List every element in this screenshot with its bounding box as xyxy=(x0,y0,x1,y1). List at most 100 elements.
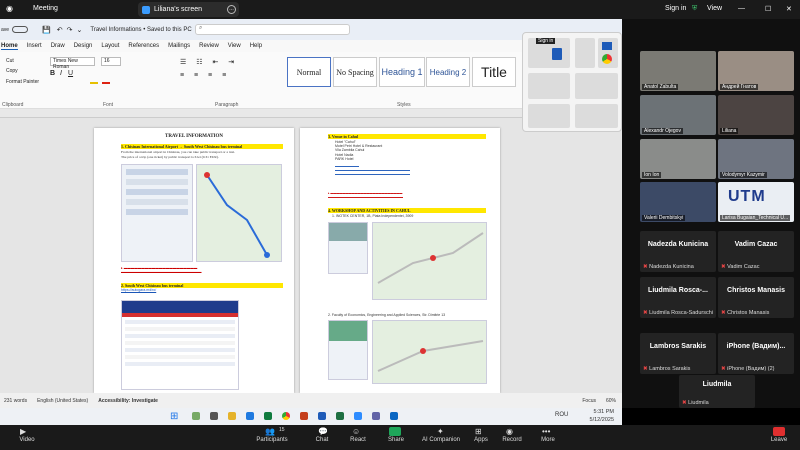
participants-icon[interactable]: 👥 xyxy=(265,427,275,436)
react-icon[interactable]: ☺ xyxy=(352,427,360,436)
video-tile[interactable]: Volodymyr Kazymir xyxy=(718,139,794,179)
video-button[interactable]: Video xyxy=(12,437,42,443)
more-icon[interactable]: … xyxy=(227,5,236,14)
copy-button[interactable]: Copy xyxy=(6,68,18,74)
file-explorer-icon[interactable] xyxy=(228,412,236,420)
snap-zone[interactable] xyxy=(528,104,570,128)
app-icon[interactable] xyxy=(192,412,200,420)
highlight-color-icon[interactable] xyxy=(90,82,98,84)
maximize-icon[interactable]: ☐ xyxy=(765,5,771,13)
record-button[interactable]: Record xyxy=(496,437,528,443)
app-icon[interactable] xyxy=(246,412,254,420)
snap-zone[interactable] xyxy=(528,73,570,99)
app-icon[interactable] xyxy=(210,412,218,420)
chat-icon[interactable]: 💬 xyxy=(318,427,328,436)
tab-home[interactable]: Home xyxy=(1,43,18,50)
bus-terminal-link[interactable]: https://autogara.md/ro/ xyxy=(121,288,156,292)
participant-tile[interactable]: Vadim Cazac ✖ Vadim Cazac xyxy=(718,231,794,272)
style-no-spacing[interactable]: No Spacing xyxy=(333,57,377,87)
start-icon[interactable]: ⊞ xyxy=(170,411,178,422)
zoom-icon[interactable] xyxy=(354,412,362,420)
tab-help[interactable]: Help xyxy=(250,43,262,49)
input-language[interactable]: ROU xyxy=(555,412,568,418)
participants-button[interactable]: Participants xyxy=(250,437,294,443)
tab-layout[interactable]: Layout xyxy=(101,43,119,49)
share-button[interactable]: Share xyxy=(382,437,410,443)
bold-button[interactable]: B xyxy=(50,70,55,77)
underline-button[interactable]: U xyxy=(68,70,73,77)
tab-view[interactable]: View xyxy=(228,43,241,49)
save-icon[interactable]: 💾 xyxy=(42,26,51,34)
more-icon[interactable]: ••• xyxy=(542,427,550,436)
react-button[interactable]: React xyxy=(344,437,372,443)
video-tile[interactable]: UTM Larisa Bugaian_Technical U... xyxy=(718,182,794,222)
tab-mailings[interactable]: Mailings xyxy=(168,43,190,49)
cut-button[interactable]: Cut xyxy=(6,58,14,64)
tab-insert[interactable]: Insert xyxy=(27,43,42,49)
italic-button[interactable]: I xyxy=(60,70,62,77)
snap-zone[interactable] xyxy=(575,73,618,99)
excel-icon[interactable] xyxy=(336,412,344,420)
word-icon[interactable] xyxy=(318,412,326,420)
snap-zone[interactable] xyxy=(598,38,618,68)
powerpoint-icon[interactable] xyxy=(300,412,308,420)
clock-date[interactable]: 5/12/2025 xyxy=(580,417,614,423)
video-tile[interactable]: Liliana xyxy=(718,95,794,135)
search-box[interactable]: ⌕ xyxy=(195,24,350,35)
style-normal[interactable]: Normal xyxy=(287,57,331,87)
font-name-box[interactable]: Times New Roman xyxy=(50,57,95,70)
more-button[interactable]: More xyxy=(534,437,562,443)
undo-icon[interactable]: ↶ xyxy=(57,26,63,34)
align-buttons[interactable]: ≡ ≡ ≡ ≡ xyxy=(180,72,230,79)
zoom-level[interactable]: 60% xyxy=(606,398,616,404)
share-icon[interactable] xyxy=(389,427,401,436)
customize-icon[interactable]: ⌄ xyxy=(77,26,83,34)
participant-tile[interactable]: Liudmila ✖ Liudmila xyxy=(679,375,755,408)
focus-button[interactable]: Focus xyxy=(582,398,596,404)
record-icon[interactable]: ◉ xyxy=(506,427,513,436)
tab-draw[interactable]: Draw xyxy=(51,43,65,49)
participant-tile[interactable]: iPhone (Вадим)... ✖ iPhone (Вадим) (2) xyxy=(718,333,794,374)
leave-button[interactable]: Leave xyxy=(764,437,794,443)
participant-tile[interactable]: Liudmila Rosca-... ✖ Liudmila Rosca-Sadu… xyxy=(640,277,716,318)
participant-tile[interactable]: Lambros Sarakis ✖ Lambros Sarakis xyxy=(640,333,716,374)
snap-zone[interactable] xyxy=(575,104,618,128)
tab-design[interactable]: Design xyxy=(74,43,93,49)
video-icon[interactable]: ▶ xyxy=(20,427,26,436)
tab-review[interactable]: Review xyxy=(199,43,219,49)
snap-zone[interactable] xyxy=(575,38,595,68)
snap-zone[interactable]: Sign in xyxy=(528,38,570,68)
word-count[interactable]: 231 words xyxy=(4,398,27,404)
redo-icon[interactable]: ↷ xyxy=(67,26,73,34)
ai-companion-icon[interactable]: ✦ xyxy=(437,427,444,436)
video-tile[interactable]: Anatol Zabulta xyxy=(640,51,716,91)
minimize-icon[interactable]: — xyxy=(738,5,745,12)
document-area[interactable]: TRAVEL INFORMATION 1. Chisinau Internati… xyxy=(0,118,622,393)
chrome-icon[interactable] xyxy=(282,412,290,420)
teams-icon[interactable] xyxy=(372,412,380,420)
style-title[interactable]: Title xyxy=(472,57,516,87)
font-color-icon[interactable] xyxy=(102,82,110,84)
screen-share-indicator[interactable]: Liliana's screen … xyxy=(138,2,239,17)
font-size-box[interactable]: 16 xyxy=(101,57,121,66)
language-indicator[interactable]: English (United States) xyxy=(37,398,88,404)
clock-time[interactable]: 5:31 PM xyxy=(580,409,614,415)
close-icon[interactable]: ✕ xyxy=(786,5,792,13)
apps-button[interactable]: Apps xyxy=(467,437,495,443)
participant-tile[interactable]: Nadezda Kunicina ✖ Nadezda Kunicina xyxy=(640,231,716,272)
chat-button[interactable]: Chat xyxy=(308,437,336,443)
sign-in-button[interactable]: Sign in xyxy=(665,5,686,12)
ai-companion-button[interactable]: AI Companion xyxy=(415,437,467,443)
accessibility-status[interactable]: Accessibility: Investigate xyxy=(98,398,158,404)
video-tile[interactable]: Андрей Гнатов xyxy=(718,51,794,91)
participant-tile[interactable]: Christos Manasis ✖ Christos Manasis xyxy=(718,277,794,318)
app-icon[interactable] xyxy=(390,412,398,420)
booking-links[interactable]: ▬▬▬▬▬▬▬▬ ▬▬▬▬▬▬▬▬▬▬▬▬▬▬▬▬▬▬▬▬▬▬▬▬▬ ▬▬▬▬▬▬▬… xyxy=(335,164,485,176)
autosave-toggle[interactable] xyxy=(12,26,29,33)
apps-icon[interactable]: ⊞ xyxy=(475,427,482,436)
style-heading-2[interactable]: Heading 2 xyxy=(426,57,470,87)
leave-icon[interactable] xyxy=(773,427,785,436)
app-icon[interactable] xyxy=(264,412,272,420)
video-tile[interactable]: Ion Ion xyxy=(640,139,716,179)
video-tile[interactable]: Alexandr Ojegov xyxy=(640,95,716,135)
